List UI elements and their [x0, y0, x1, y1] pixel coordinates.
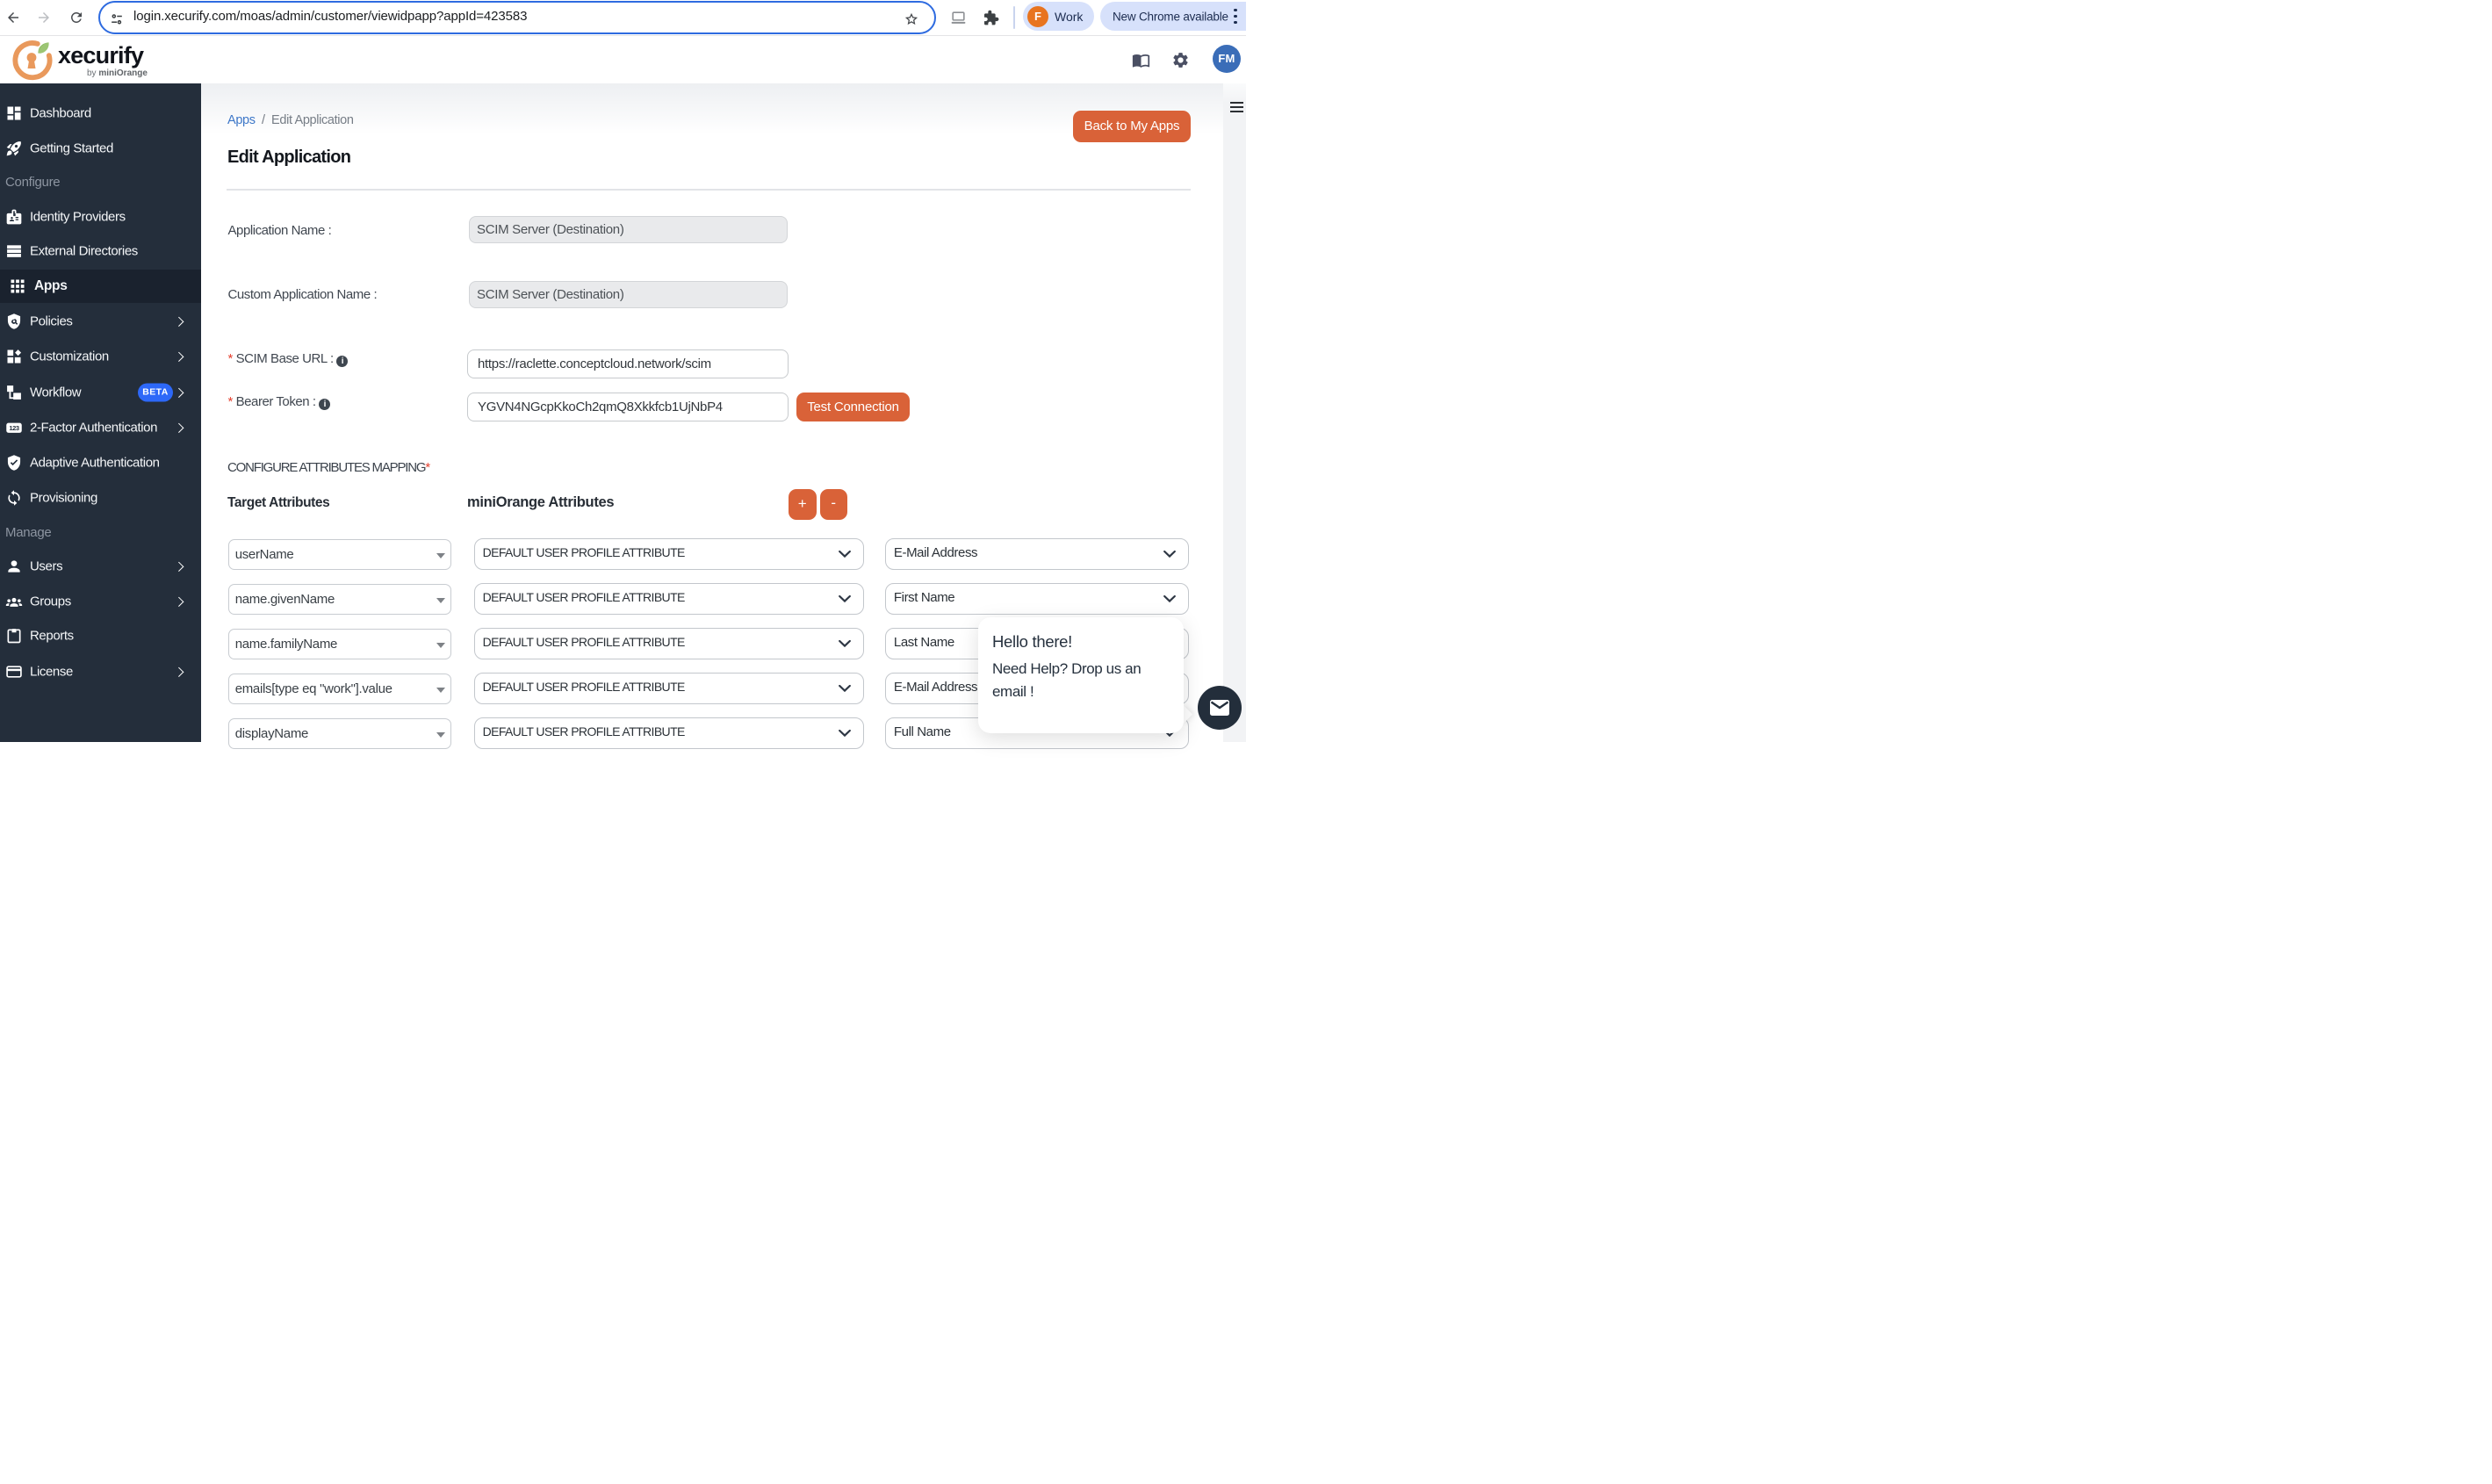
svg-text:123: 123	[9, 424, 19, 432]
